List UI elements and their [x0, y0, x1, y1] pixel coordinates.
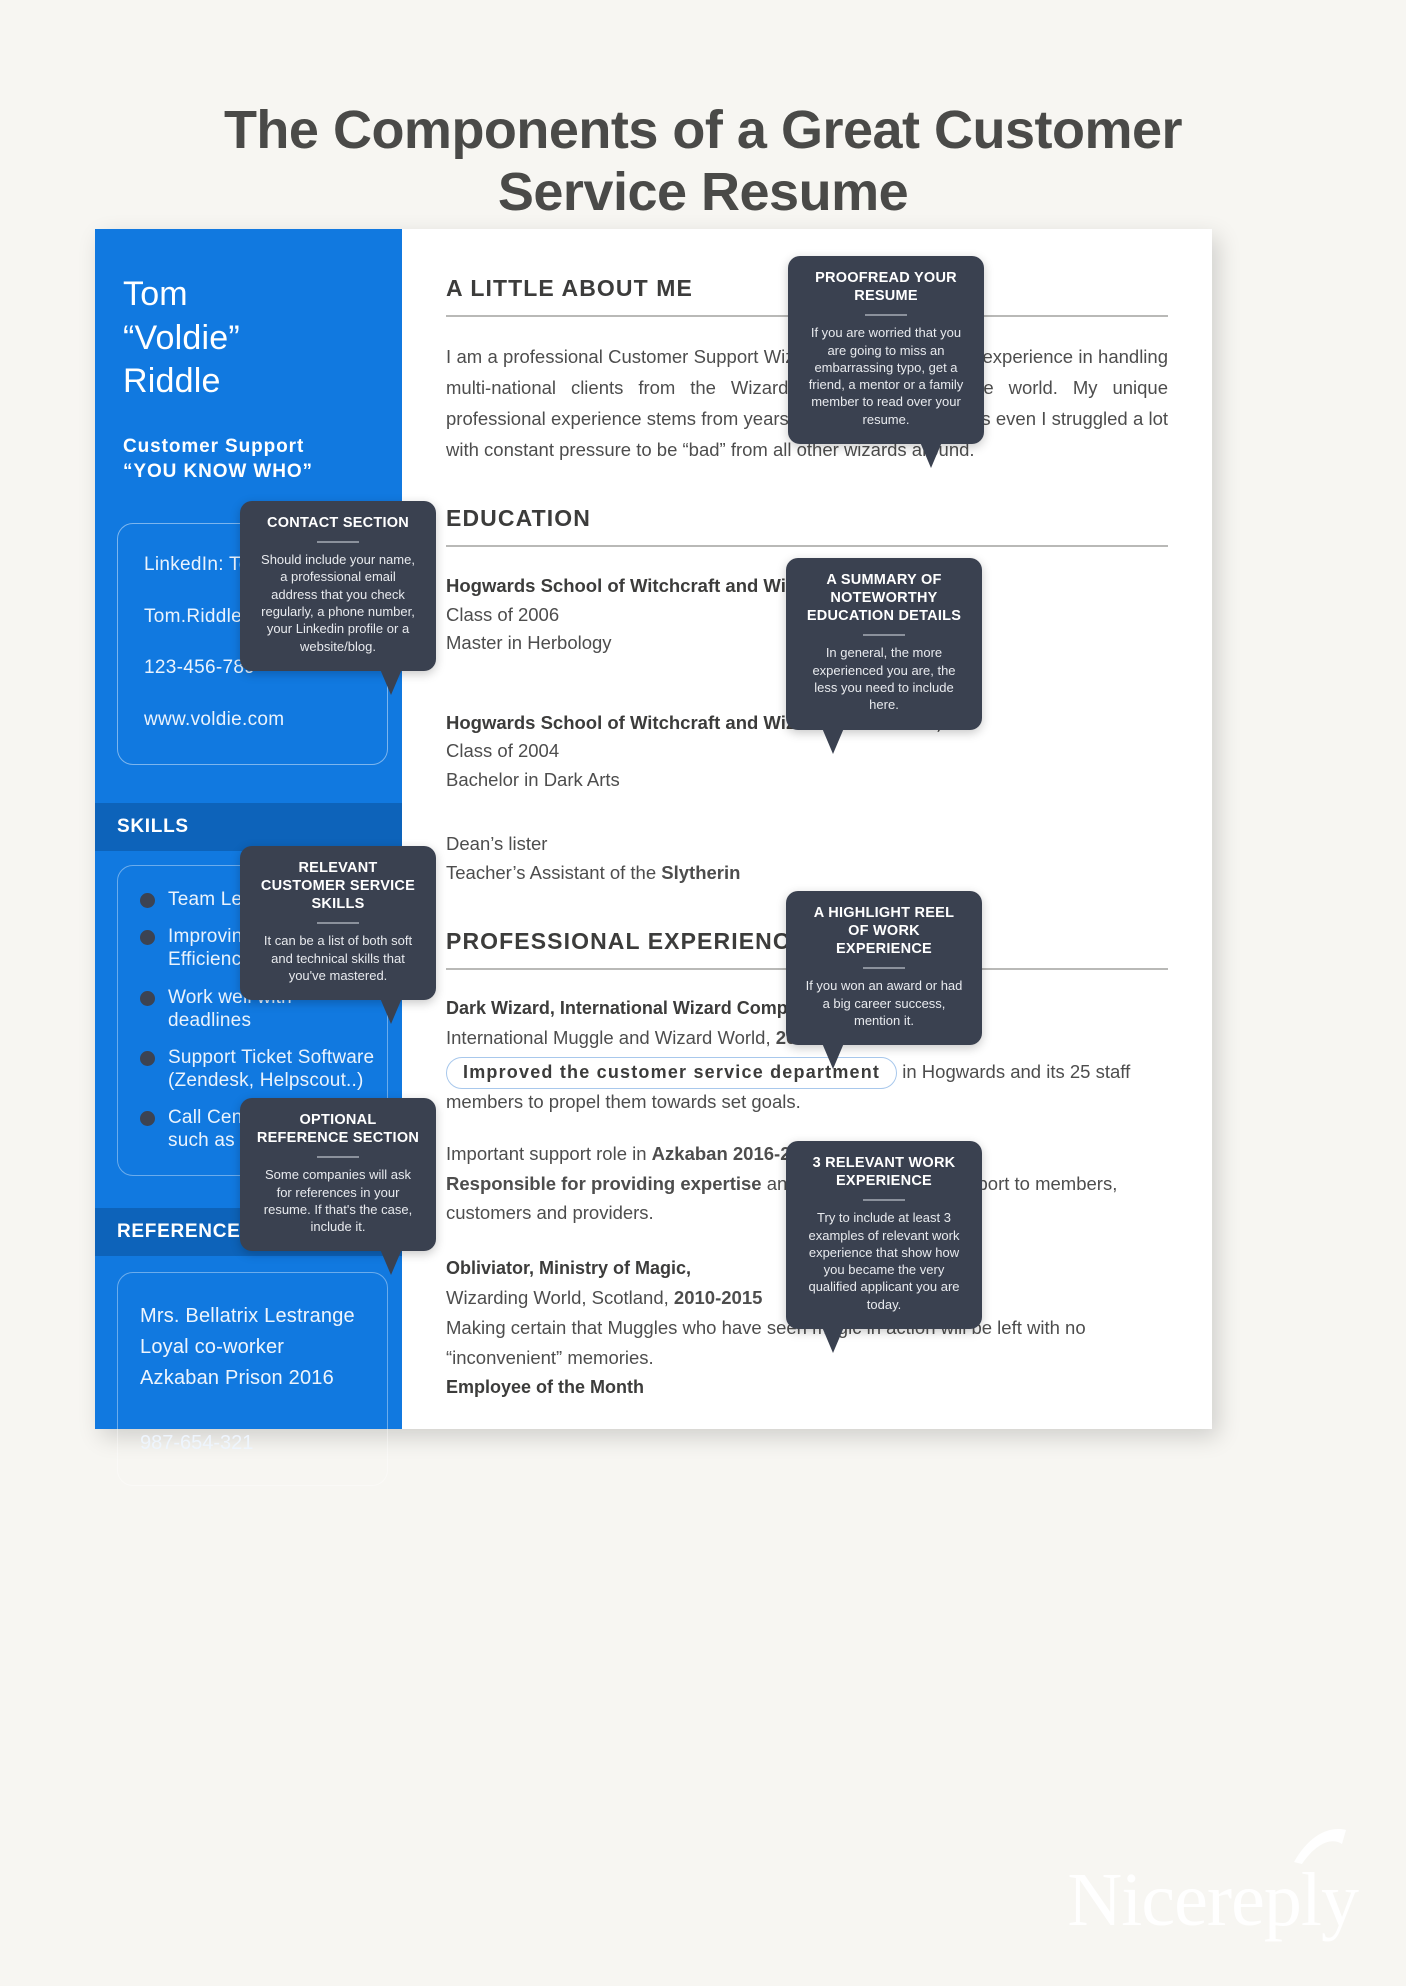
callout-body: If you are worried that you are going to… — [808, 325, 964, 427]
bullet-icon — [140, 1050, 155, 1066]
callout-divider — [317, 922, 359, 925]
callout-tail — [380, 668, 402, 695]
callout-contact-section: CONTACT SECTION Should include your name… — [240, 501, 436, 695]
job-dates: 2010-2015 — [673, 1287, 763, 1309]
callout-title: 3 RELEVANT WORK EXPERIENCE — [812, 1155, 956, 1190]
callout-body: If you won an award or had a big career … — [805, 978, 963, 1028]
education-honor-2: Teacher’s Assistant of the Slytherin — [446, 859, 1168, 888]
callout-divider — [865, 314, 907, 317]
skills-heading: SKILLS — [95, 803, 402, 852]
callout-tail — [822, 1043, 844, 1070]
callout-title: OPTIONAL REFERENCE SECTION — [256, 1112, 420, 1147]
callout-tail — [920, 441, 942, 468]
divider — [446, 545, 1168, 548]
callout-tail — [380, 998, 402, 1025]
job-body-bold: Responsible for providing expertise — [446, 1172, 762, 1194]
contact-website[interactable]: www.voldie.com — [144, 709, 387, 732]
bullet-icon — [140, 990, 155, 1006]
callout-divider — [863, 634, 905, 637]
education-heading: EDUCATION — [446, 505, 591, 532]
page-title: The Components of a Great Customer Servi… — [223, 100, 1183, 222]
job-body: Improved the customer service department… — [446, 1053, 1168, 1113]
callout-body: In general, the more experienced you are… — [812, 645, 956, 713]
candidate-name: Tom “Voldie” Riddle — [123, 275, 240, 401]
role-line-2: “YOU KNOW WHO” — [123, 461, 313, 483]
callout-body: Try to include at least 3 examples of re… — [808, 1210, 960, 1312]
callout-title: A HIGHLIGHT REEL OF WORK EXPERIENCE — [813, 905, 955, 958]
bullet-icon — [140, 893, 155, 909]
callout-skills: RELEVANT CUSTOMER SERVICE SKILLS It can … — [240, 846, 436, 1025]
reference-name: Mrs. Bellatrix Lestrange — [140, 1304, 355, 1327]
callout-education-summary: A SUMMARY OF NOTEWORTHY EDUCATION DETAIL… — [786, 558, 982, 754]
references-box: Mrs. Bellatrix Lestrange Loyal co-worker… — [117, 1271, 388, 1486]
job-award: Employee of the Month — [446, 1377, 644, 1398]
education-honor-2-text: Teacher’s Assistant of the — [446, 862, 662, 884]
callout-title: PROOFREAD YOUR RESUME — [815, 270, 957, 305]
callout-body: It can be a list of both soft and techni… — [263, 933, 413, 983]
job-org: International Muggle and Wizard World, — [446, 1026, 776, 1048]
callout-optional-reference: OPTIONAL REFERENCE SECTION Some companie… — [240, 1098, 436, 1276]
callout-proofread: PROOFREAD YOUR RESUME If you are worried… — [788, 256, 984, 468]
callout-highlight-reel: A HIGHLIGHT REEL OF WORK EXPERIENCE If y… — [786, 891, 982, 1070]
reference-phone: 987-654-321 — [140, 1431, 254, 1454]
callout-tail — [822, 727, 844, 754]
reference-role: Loyal co-worker — [140, 1335, 285, 1358]
callout-divider — [317, 541, 359, 544]
nicereply-logo: Nicereply — [1067, 1858, 1359, 1942]
reference-place: Azkaban Prison 2016 — [140, 1366, 334, 1389]
job-org: Wizarding World, Scotland, — [446, 1287, 674, 1309]
role-line-1: Customer Support — [123, 435, 305, 457]
callout-divider — [863, 1199, 905, 1202]
callout-title: CONTACT SECTION — [266, 515, 410, 531]
bullet-icon — [140, 1111, 155, 1127]
education-degree: Bachelor in Dark Arts — [446, 768, 620, 790]
callout-title: RELEVANT CUSTOMER SERVICE SKILLS — [260, 860, 416, 913]
skill-item: Support Ticket Software (Zendesk, Helpsc… — [140, 1046, 375, 1092]
bullet-icon — [140, 930, 155, 946]
callout-tail — [822, 1326, 844, 1353]
callout-divider — [863, 967, 905, 970]
candidate-role: Customer Support “YOU KNOW WHO” — [95, 404, 402, 485]
job-role-text: Important support role in — [446, 1142, 652, 1164]
callout-body: Should include your name, a professional… — [261, 552, 415, 654]
callout-tail — [380, 1249, 402, 1276]
callout-three-relevant: 3 RELEVANT WORK EXPERIENCE Try to includ… — [786, 1141, 982, 1353]
callout-divider — [317, 1156, 359, 1159]
callout-body: Some companies will ask for references i… — [263, 1167, 413, 1235]
education-honor-2-bold: Slytherin — [661, 862, 741, 884]
education-class: Class of 2004 — [446, 740, 560, 762]
skill-label: Support Ticket Software (Zendesk, Helpsc… — [168, 1046, 375, 1092]
education-honor-1: Dean’s lister — [446, 833, 548, 855]
callout-title: A SUMMARY OF NOTEWORTHY EDUCATION DETAIL… — [806, 572, 962, 625]
